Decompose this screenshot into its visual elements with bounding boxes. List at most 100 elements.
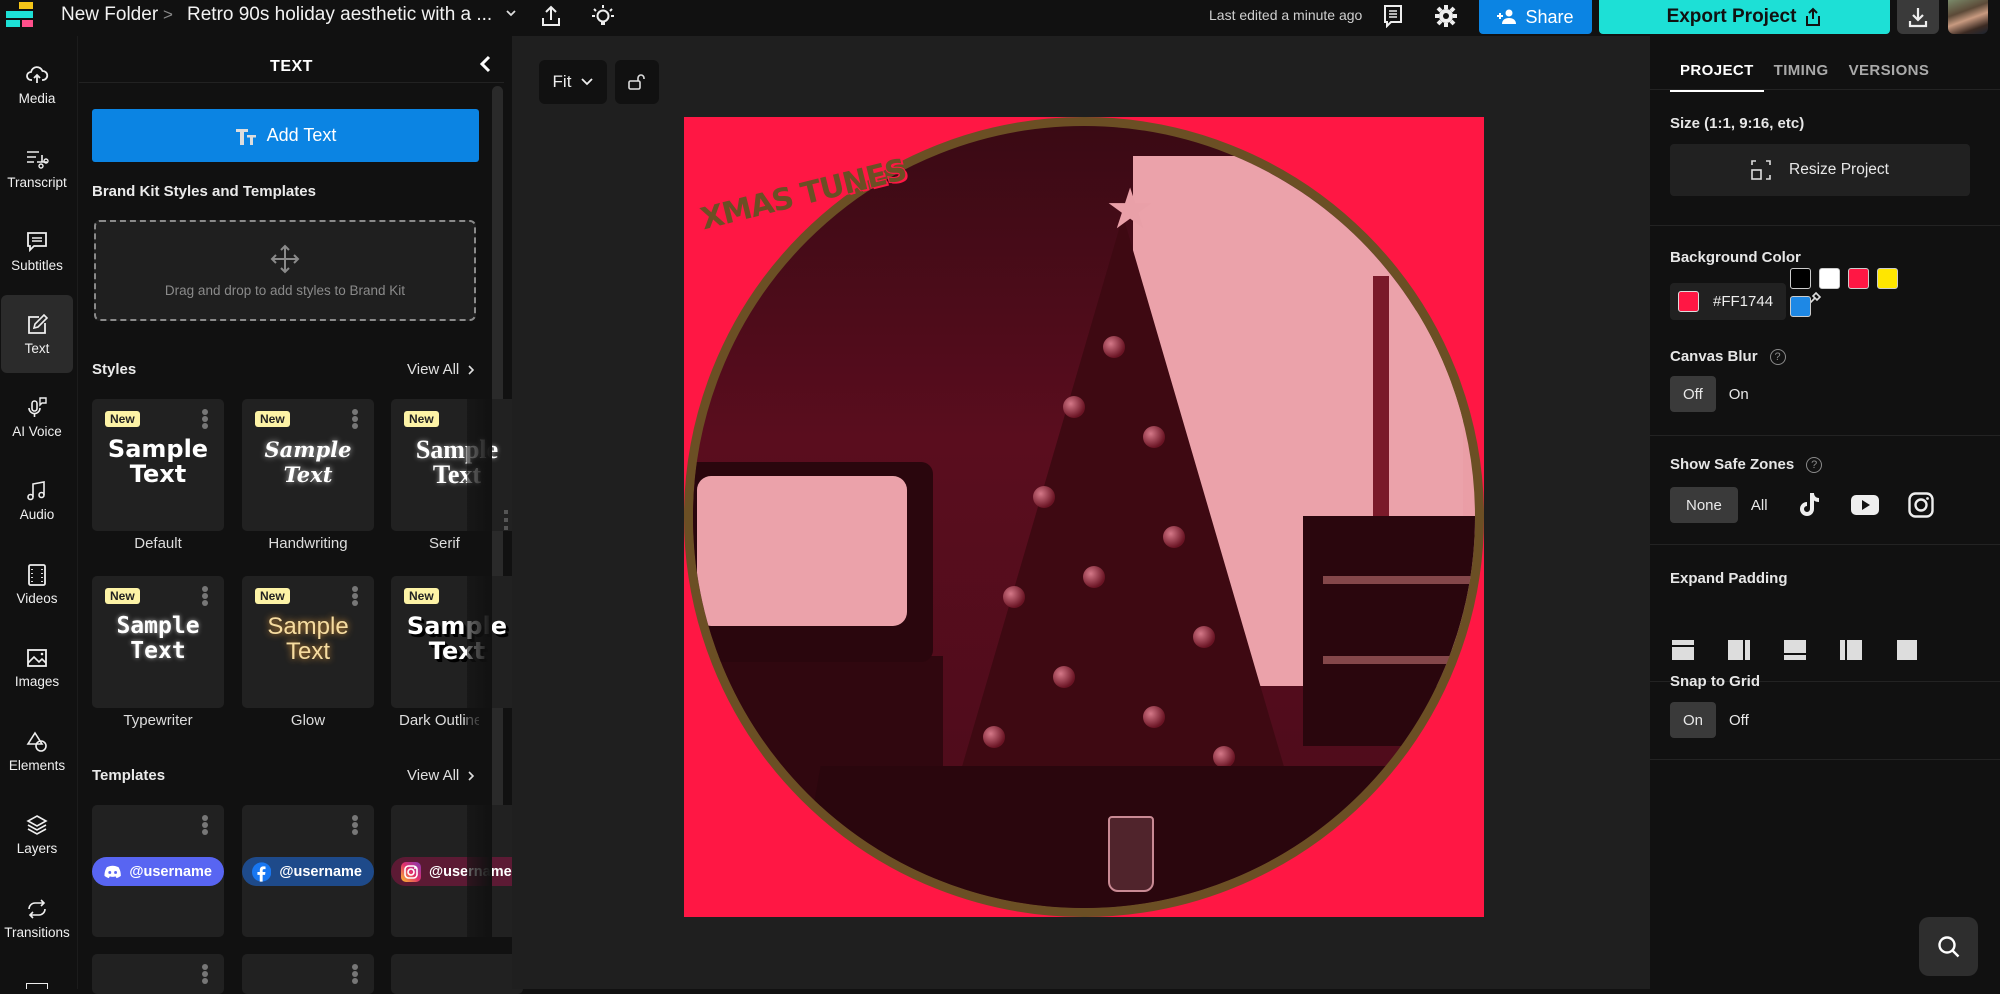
upload-icon[interactable] (537, 2, 565, 30)
sample-text-dark-outline: Sample Text (406, 612, 508, 665)
template-card[interactable] (92, 954, 224, 994)
pad-left-icon[interactable] (1839, 639, 1863, 661)
user-avatar[interactable] (1948, 0, 1988, 34)
project-canvas[interactable]: ★ XMAS TUNES (684, 117, 1484, 917)
help-icon[interactable]: ? (1806, 456, 1823, 473)
panel-title: TEXT (270, 58, 313, 75)
templates-view-all-link[interactable]: View All (407, 767, 475, 784)
more-options-icon[interactable] (352, 964, 358, 984)
tab-versions[interactable]: VERSIONS (1839, 62, 1940, 92)
template-card[interactable] (242, 954, 374, 994)
more-tools-icon[interactable] (26, 983, 48, 989)
color-swatch[interactable] (1819, 268, 1840, 289)
music-note-icon (27, 480, 45, 500)
safe-zone-none[interactable]: None (1670, 487, 1738, 523)
tv-screen (697, 476, 907, 626)
resize-label: Resize Project (1789, 161, 1889, 178)
color-swatch[interactable] (1790, 268, 1811, 289)
project-title[interactable]: Retro 90s holiday aesthetic with a ... (187, 4, 492, 26)
style-card-default[interactable]: New Sample Text (92, 399, 224, 531)
instagram-icon[interactable] (1893, 487, 1949, 523)
rail-item-images[interactable]: Images (1, 628, 73, 706)
safe-zones-label: Show Safe Zones? (1670, 456, 1823, 473)
tab-timing[interactable]: TIMING (1764, 62, 1839, 92)
rail-item-ai-voice[interactable]: AI Voice (1, 378, 73, 456)
pad-right-icon[interactable] (1727, 639, 1751, 661)
youtube-icon[interactable] (1837, 487, 1893, 523)
rail-item-layers[interactable]: Layers (1, 795, 73, 873)
tab-project[interactable]: PROJECT (1670, 62, 1764, 92)
color-swatch[interactable] (1877, 268, 1898, 289)
snap-off[interactable]: Off (1716, 702, 1762, 738)
export-project-button[interactable]: Export Project (1599, 0, 1890, 34)
template-card-facebook[interactable]: @username (242, 805, 374, 937)
share-button[interactable]: Share (1479, 0, 1592, 34)
more-options-icon[interactable] (352, 409, 358, 429)
rail-item-media[interactable]: Media (1, 45, 73, 123)
template-card[interactable] (391, 954, 523, 994)
rail-item-subtitles[interactable]: Subtitles (1, 212, 73, 290)
more-options-icon[interactable] (202, 409, 208, 429)
canvas-blur-off[interactable]: Off (1670, 376, 1716, 412)
rail-item-transitions[interactable]: Transitions (1, 879, 73, 957)
tiktok-icon[interactable] (1781, 487, 1837, 523)
resize-project-button[interactable]: Resize Project (1670, 144, 1970, 196)
collapse-panel-icon[interactable] (474, 52, 498, 76)
color-swatch[interactable] (1848, 268, 1869, 289)
new-badge: New (105, 588, 140, 604)
app-logo[interactable] (6, 2, 38, 30)
styles-view-all-link[interactable]: View All (407, 361, 475, 378)
chevron-right-icon (468, 770, 475, 781)
more-options-icon[interactable] (202, 815, 208, 835)
pad-all-icon[interactable] (1895, 639, 1919, 661)
rail-item-audio[interactable]: Audio (1, 461, 73, 539)
lock-toggle-button[interactable] (615, 60, 659, 104)
breadcrumb-folder[interactable]: New Folder (61, 4, 158, 26)
pad-bottom-icon[interactable] (1783, 639, 1807, 661)
star-icon: ★ (1105, 177, 1156, 240)
chevron-down-icon[interactable] (504, 6, 518, 20)
size-label: Size (1:1, 9:16, etc) (1670, 115, 1805, 132)
panel-resize-handle[interactable] (504, 510, 510, 530)
rail-item-videos[interactable]: Videos (1, 545, 73, 623)
more-options-icon[interactable] (202, 964, 208, 984)
download-button[interactable] (1897, 0, 1939, 34)
background-color-input[interactable]: #FF1744 (1670, 283, 1786, 320)
chevron-right-icon (468, 364, 475, 375)
canvas-blur-on[interactable]: On (1716, 376, 1762, 412)
style-card-typewriter[interactable]: New Sample Text (92, 576, 224, 708)
add-text-button[interactable]: Add Text (92, 109, 479, 162)
new-badge: New (105, 411, 140, 427)
comments-icon[interactable] (1379, 2, 1407, 30)
color-swatch[interactable] (1790, 296, 1811, 317)
more-options-icon[interactable] (202, 586, 208, 606)
top-bar: New Folder > Retro 90s holiday aesthetic… (0, 0, 2000, 36)
more-options-icon[interactable] (352, 815, 358, 835)
rail-label: Layers (16, 840, 58, 856)
help-icon[interactable]: ? (1769, 348, 1786, 365)
chevron-down-icon (581, 78, 594, 86)
snap-on[interactable]: On (1670, 702, 1717, 738)
rail-item-elements[interactable]: Elements (1, 712, 73, 790)
brand-kit-dropzone[interactable]: Drag and drop to add styles to Brand Kit (94, 220, 476, 321)
snap-to-grid-toggle: On Off (1670, 702, 1762, 738)
divider (1650, 225, 2000, 226)
rail-item-text[interactable]: Text (1, 295, 73, 373)
style-card-handwriting[interactable]: New Sample Text (242, 399, 374, 531)
style-card-glow[interactable]: New Sample Text (242, 576, 374, 708)
move-icon (270, 244, 300, 274)
template-card-instagram[interactable]: @username (391, 805, 523, 937)
safe-zone-all[interactable]: All (1738, 487, 1781, 523)
subtitles-icon (27, 231, 47, 252)
more-options-icon[interactable] (352, 586, 358, 606)
zoom-fit-dropdown[interactable]: Fit (539, 60, 607, 104)
sample-text-typewriter: Sample Text (116, 613, 200, 664)
pad-top-icon[interactable] (1671, 639, 1695, 661)
lightbulb-icon[interactable] (589, 2, 617, 30)
christmas-photo[interactable]: ★ (684, 117, 1484, 917)
template-card-discord[interactable]: @username (92, 805, 224, 937)
style-card-dark-outline[interactable]: New Sample Text (391, 576, 523, 708)
gear-icon[interactable] (1432, 2, 1460, 30)
rail-item-transcript[interactable]: Transcript (1, 129, 73, 207)
search-button[interactable] (1919, 917, 1978, 976)
